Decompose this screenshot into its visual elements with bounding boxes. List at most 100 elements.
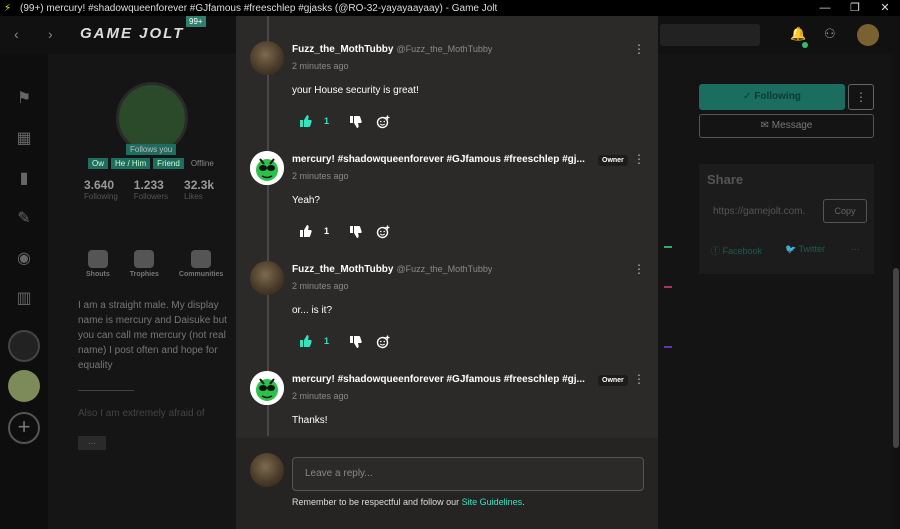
friends-icon[interactable]: ⚇: [824, 26, 836, 42]
game-jolt-logo[interactable]: GAME JOLT: [80, 25, 184, 42]
share-panel: Share https://gamejolt.com. Copy ⓕ Faceb…: [699, 164, 874, 274]
commenter-avatar[interactable]: [250, 371, 284, 405]
right-sidebar: ✓ Following ⋮ ✉ Message Share https://ga…: [658, 54, 900, 529]
commenter-name[interactable]: mercury! #shadowqueenforever #GJfamous #…: [292, 374, 588, 385]
profile-sidebar: Follows you Ow He / Him Friend Offline 3…: [48, 54, 236, 529]
profile-tags: Ow He / Him Friend Offline: [88, 158, 218, 169]
community-avatar[interactable]: [8, 370, 40, 402]
commenter-name[interactable]: mercury! #shadowqueenforever #GJfamous #…: [292, 154, 588, 165]
comment-text: or... is it?: [292, 305, 333, 316]
following-button[interactable]: ✓ Following: [699, 84, 845, 110]
commenter-name[interactable]: Fuzz_the_MothTubby @Fuzz_the_MothTubby: [292, 264, 492, 275]
commenter-name[interactable]: Fuzz_the_MothTubby @Fuzz_the_MothTubby: [292, 44, 492, 55]
shouts-icon: [87, 250, 108, 268]
add-reaction-icon[interactable]: [376, 225, 390, 239]
tag-chip: Ow: [88, 158, 108, 169]
owner-badge: Owner: [598, 155, 628, 166]
decoration: [664, 346, 672, 348]
bell-icon[interactable]: 🔔: [790, 26, 806, 42]
stat-followers[interactable]: 1.233 Followers: [134, 178, 168, 201]
add-community-icon[interactable]: +: [8, 412, 40, 444]
share-more-icon[interactable]: ···: [851, 244, 860, 254]
decoration: [664, 246, 672, 248]
share-url: https://gamejolt.com.: [713, 206, 806, 217]
reply-input[interactable]: Leave a reply...: [292, 457, 644, 491]
trophies-button[interactable]: Trophies: [130, 250, 159, 278]
comment-timestamp: 2 minutes ago: [292, 281, 349, 291]
commenter-avatar[interactable]: [250, 151, 284, 185]
thumbs-down-icon[interactable]: [350, 226, 362, 238]
comment-item: Fuzz_the_MothTubby @Fuzz_the_MothTubby ⋮ 2 …: [236, 261, 658, 371]
window-controls: — ❐ ✕: [810, 0, 900, 16]
user-avatar[interactable]: [857, 24, 879, 46]
game-jolt-app-icon: ⚡: [4, 2, 12, 14]
search-bar[interactable]: [660, 24, 760, 46]
bio-expand-button[interactable]: ...: [78, 436, 106, 450]
comment-timestamp: 2 minutes ago: [292, 61, 349, 71]
discover-icon[interactable]: ⚑: [14, 88, 34, 108]
window-title: (99+) mercury! #shadowqueenforever #GJfa…: [20, 2, 498, 14]
like-count: 1: [324, 116, 330, 126]
grid-icon[interactable]: ▥: [14, 288, 34, 308]
bio-divider: [78, 390, 134, 391]
current-user-avatar: [250, 453, 284, 487]
stat-likes[interactable]: 32.3k Likes: [184, 178, 214, 201]
twitter-link[interactable]: 🐦 Twitter: [785, 244, 825, 255]
profile-more-button[interactable]: ⋮: [848, 84, 874, 110]
comment-menu-icon[interactable]: ⋮: [633, 262, 645, 276]
back-arrow-icon[interactable]: ‹: [14, 26, 19, 42]
shouts-button[interactable]: Shouts: [86, 250, 110, 278]
comment-thread-modal: Fuzz_the_MothTubby @Fuzz_the_MothTubby ⋮ 2 …: [236, 16, 658, 529]
chat-icon[interactable]: ◉: [14, 248, 34, 268]
tag-chip: Friend: [153, 158, 184, 169]
title-bar: ⚡ (99+) mercury! #shadowqueenforever #GJ…: [0, 0, 900, 16]
thumbs-up-icon[interactable]: [300, 225, 312, 237]
store-icon[interactable]: ▦: [14, 128, 34, 148]
trophy-icon: [134, 250, 155, 268]
comment-menu-icon[interactable]: ⋮: [633, 152, 645, 166]
commenter-avatar[interactable]: [250, 41, 284, 75]
thumbs-down-icon[interactable]: [350, 336, 362, 348]
notification-count-badge: 99+: [186, 16, 206, 27]
status-chip: Offline: [190, 159, 214, 168]
thumbs-down-icon[interactable]: [350, 116, 362, 128]
add-reaction-icon[interactable]: [376, 335, 390, 349]
comment-text: Yeah?: [292, 195, 320, 206]
close-button[interactable]: ✕: [870, 0, 900, 16]
communities-icon: [191, 250, 212, 268]
facebook-link[interactable]: ⓕ Facebook: [711, 244, 762, 257]
backpack-icon[interactable]: ▮: [14, 168, 34, 188]
copy-button[interactable]: Copy: [823, 199, 867, 223]
site-guidelines-link[interactable]: Site Guidelines: [462, 497, 523, 507]
comment-item: mercury! #shadowqueenforever #GJfamous #…: [236, 151, 658, 261]
minimize-button[interactable]: —: [810, 0, 840, 16]
profile-actions: Shouts Trophies Communities: [86, 250, 223, 278]
page-scrollbar[interactable]: [892, 54, 900, 529]
owner-badge: Owner: [598, 375, 628, 386]
quests-icon[interactable]: ✎: [14, 208, 34, 228]
tag-chip: He / Him: [111, 158, 151, 169]
restore-button[interactable]: ❐: [840, 0, 870, 16]
comment-menu-icon[interactable]: ⋮: [633, 372, 645, 386]
like-count: 1: [324, 336, 330, 346]
like-count: 1: [324, 226, 330, 236]
comment-timestamp: 2 minutes ago: [292, 171, 349, 181]
decoration: [664, 286, 672, 288]
add-reaction-icon[interactable]: [376, 115, 390, 129]
reply-area: Leave a reply... Remember to be respectf…: [236, 438, 658, 529]
commenter-handle: @Fuzz_the_MothTubby: [396, 264, 493, 274]
share-title: Share: [707, 172, 744, 187]
message-button[interactable]: ✉ Message: [699, 114, 874, 138]
comment-timestamp: 2 minutes ago: [292, 391, 349, 401]
scrollbar-thumb[interactable]: [893, 268, 899, 448]
thumbs-up-icon[interactable]: [300, 115, 312, 127]
profile-bio: I am a straight male. My display name is…: [78, 300, 227, 371]
thumbs-up-icon[interactable]: [300, 335, 312, 347]
comment-menu-icon[interactable]: ⋮: [633, 42, 645, 56]
forward-arrow-icon[interactable]: ›: [48, 26, 53, 42]
community-avatar[interactable]: [8, 330, 40, 362]
communities-button[interactable]: Communities: [179, 250, 223, 278]
online-dot: [802, 42, 808, 48]
commenter-avatar[interactable]: [250, 261, 284, 295]
stat-following[interactable]: 3.640 Following: [84, 178, 118, 201]
